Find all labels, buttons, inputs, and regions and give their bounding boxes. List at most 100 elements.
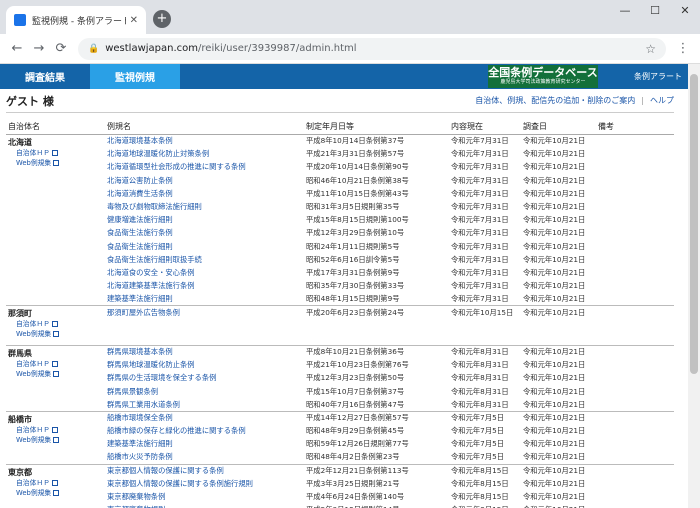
url-bar[interactable]: 🔒 westlawjapan.com /reiki/user/3939987/a…	[78, 37, 666, 60]
web-reiki-link[interactable]: Web例規集	[16, 488, 103, 498]
content-as-of: 令和元年7月31日	[451, 228, 509, 238]
law-name-link[interactable]: 群馬県の生活環境を保全する条例	[105, 372, 304, 385]
law-name-link[interactable]: 健康増進法施行細則	[105, 214, 304, 227]
web-link-label: Web例規集	[16, 488, 52, 497]
law-name-link[interactable]: 東京都個人情報の保護に関する条例	[105, 463, 304, 478]
vertical-scrollbar[interactable]	[688, 64, 700, 508]
bookmark-star-icon[interactable]: ☆	[645, 42, 656, 56]
law-name-link[interactable]: 建築基準法施行細則	[105, 293, 304, 306]
content-as-of: 令和元年7月31日	[451, 254, 509, 264]
content-as-of: 令和元年7月31日	[451, 188, 509, 198]
content-as-of: 令和元年8月31日	[451, 386, 509, 396]
window-controls: — ☐ ✕	[610, 0, 700, 22]
help-link[interactable]: ヘルプ	[650, 96, 674, 105]
law-name-link[interactable]: 北海道地球温暖化防止対策条例	[105, 148, 304, 161]
web-reiki-link[interactable]: Web例規集	[16, 158, 103, 168]
law-name-link[interactable]: 北海道建築基準法施行条例	[105, 280, 304, 293]
law-name-link[interactable]: 群馬県環境基本条例	[105, 344, 304, 359]
law-name-link[interactable]: 北海道食の安全・安心条例	[105, 266, 304, 279]
table-row: 建築基準法施行細則 昭和48年1月15日規則第9号 令和元年7月31日 令和元年10月…	[6, 293, 674, 306]
content-as-of: 令和元年7月5日	[449, 410, 521, 425]
municipality-hp-link[interactable]: 自治体ＨＰ	[16, 478, 103, 488]
law-name-link[interactable]: 船橋市環境保全条例	[105, 410, 304, 425]
law-name-link[interactable]: 船橋市緑の保存と緑化の推進に関する条例	[105, 425, 304, 438]
table-row: 群馬県 自治体ＨＰ Web例規集 群馬県環境基本条例 平成8年10月21日条例第36号令…	[6, 344, 674, 412]
remarks	[596, 214, 674, 227]
maximize-icon[interactable]: ☐	[640, 0, 670, 22]
web-link-label: Web例規集	[16, 435, 52, 444]
external-link-icon	[53, 331, 60, 338]
remarks	[596, 385, 674, 398]
enacted-date: 平成8年10月14日条例第37号	[304, 133, 449, 148]
web-reiki-link[interactable]: Web例規集	[16, 435, 103, 445]
new-tab-button[interactable]: +	[153, 10, 171, 28]
tab-title: 監視例規 - 条例アラート	[32, 16, 126, 27]
remarks	[596, 359, 674, 372]
web-reiki-link[interactable]: Web例規集	[16, 329, 103, 339]
minimize-icon[interactable]: —	[610, 0, 640, 22]
law-name-link[interactable]: 群馬県工業用水道条例	[105, 398, 304, 411]
law-name-link[interactable]	[105, 332, 304, 345]
remarks	[596, 463, 674, 478]
law-name-link[interactable]: 毒物及び劇物取締法施行細則	[105, 200, 304, 213]
tab-close-icon[interactable]: ✕	[130, 15, 138, 26]
guide-link[interactable]: 自治体、例規、配信先の追加・削除のご案内	[475, 96, 635, 105]
forward-icon[interactable]: →	[28, 41, 50, 56]
url-domain: westlawjapan.com	[105, 43, 199, 54]
content-as-of: 令和元年7月31日	[449, 133, 521, 148]
enacted-date: 平成4年6月24日条例第140号	[306, 492, 405, 502]
law-name-link[interactable]: 北海道消費生活条例	[105, 187, 304, 200]
content-as-of: 令和元年7月31日	[451, 294, 509, 304]
municipality-hp-link[interactable]: 自治体ＨＰ	[16, 148, 103, 158]
municipality-hp-link[interactable]: 自治体ＨＰ	[16, 425, 103, 435]
law-name-link[interactable]: 食品衛生法施行細則	[105, 240, 304, 253]
law-name-link[interactable]: 東京都廃棄物条例	[105, 491, 304, 504]
law-name-link[interactable]: 食品衛生法施行条例	[105, 227, 304, 240]
law-name-link[interactable]: 群馬県地球温暖化防止条例	[105, 359, 304, 372]
law-name-link[interactable]	[105, 319, 304, 332]
law-name-link[interactable]: 東京都個人情報の保護に関する条例施行規則	[105, 477, 304, 490]
site-logo[interactable]: 全国条例データベース 鹿児島大学司法政策教育研究センター	[488, 65, 598, 88]
remarks	[596, 504, 674, 508]
web-reiki-link[interactable]: Web例規集	[16, 369, 103, 379]
nav-tab-monitored[interactable]: 監視例規	[90, 64, 180, 89]
law-name-link[interactable]: 北海道公害防止条例	[105, 174, 304, 187]
table-row	[6, 319, 674, 332]
survey-date: 令和元年10月21日	[523, 360, 586, 370]
table-row: 北海道建築基準法施行条例 昭和35年7月30日条例第33号 令和元年7月31日 令和元…	[6, 280, 674, 293]
site-nav: 調査結果 監視例規 全国条例データベース 鹿児島大学司法政策教育研究センター 条…	[0, 64, 700, 89]
enacted-date: 平成21年10月23日条例第76号	[306, 360, 409, 370]
law-name-link[interactable]: 建築基準法施行細則	[105, 438, 304, 451]
content-as-of: 令和元年8月31日	[451, 360, 509, 370]
col-municipality: 自治体名	[6, 119, 105, 135]
municipality-hp-link[interactable]: 自治体ＨＰ	[16, 359, 103, 369]
law-name-link[interactable]: 船橋市火災予防条例	[105, 451, 304, 464]
law-name-link[interactable]: 東京都廃棄物規則	[105, 504, 304, 508]
reload-icon[interactable]: ⟳	[50, 41, 72, 56]
content-as-of	[449, 319, 521, 332]
back-icon[interactable]: ←	[6, 41, 28, 56]
survey-date: 令和元年10月21日	[523, 492, 586, 502]
municipality-hp-link[interactable]: 自治体ＨＰ	[16, 319, 103, 329]
survey-date: 令和元年10月21日	[523, 188, 586, 198]
law-name-link[interactable]: 食品衛生法施行細則取扱手続	[105, 253, 304, 266]
enacted-date: 平成15年10月7日条例第37号	[306, 386, 405, 396]
scrollbar-thumb[interactable]	[690, 74, 698, 374]
logo-subtitle: 鹿児島大学司法政策教育研究センター	[500, 79, 586, 85]
remarks	[596, 438, 674, 451]
law-name-link[interactable]: 北海道環境基本条例	[105, 133, 304, 148]
law-name-link[interactable]: 那須町屋外広告物条例	[105, 305, 304, 320]
remarks	[596, 133, 674, 148]
law-name-link[interactable]: 北海道循環型社会形成の推進に関する条例	[105, 161, 304, 174]
browser-menu-icon[interactable]: ⋮	[672, 41, 694, 56]
nav-tab-results[interactable]: 調査結果	[0, 64, 90, 89]
lock-icon: 🔒	[88, 43, 100, 54]
hp-link-label: 自治体ＨＰ	[16, 360, 50, 368]
law-name-link[interactable]: 群馬県景観条例	[105, 385, 304, 398]
window-close-icon[interactable]: ✕	[670, 0, 700, 22]
address-bar-row: ← → ⟳ 🔒 westlawjapan.com /reiki/user/393…	[0, 34, 700, 64]
survey-date: 令和元年10月21日	[523, 294, 586, 304]
remarks	[596, 332, 674, 345]
table-row: 船橋市緑の保存と緑化の推進に関する条例 昭和48年9月29日条例第45号 令和元年7…	[6, 425, 674, 438]
browser-tab[interactable]: 監視例規 - 条例アラート ✕	[6, 6, 146, 34]
